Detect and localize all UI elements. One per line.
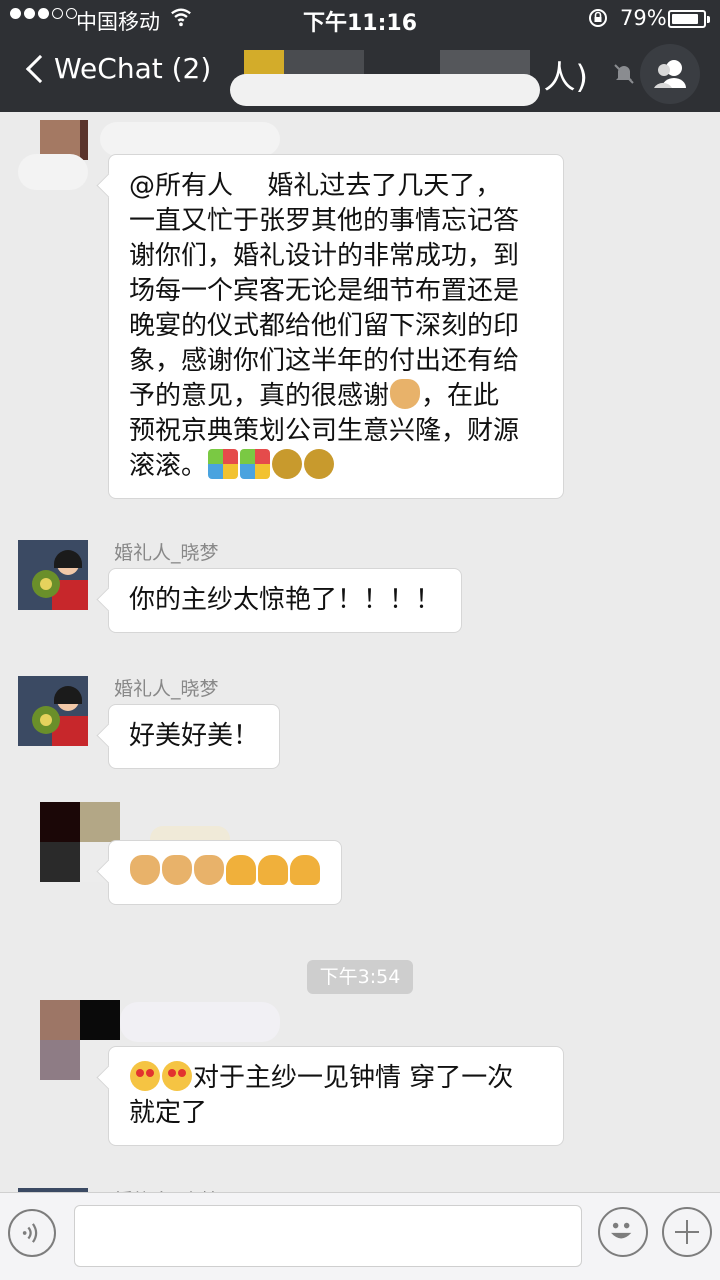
message-text: ，在此 — [421, 381, 500, 411]
clapping-hands-icon — [130, 855, 160, 885]
message-text: 对于主纱一见钟情 穿了一次 — [193, 1063, 514, 1093]
chat-area[interactable]: @所有人 婚礼过去了几天了， 一直又忙于张罗其他的事情忘记答 谢你们，婚礼设计的… — [0, 112, 720, 1194]
praying-hands-icon — [226, 855, 256, 885]
money-bag-icon — [304, 449, 335, 479]
message-line: 一直又忙于张罗其他的事情忘记答 — [129, 206, 520, 236]
rotation-lock-icon — [589, 9, 607, 27]
redaction-block — [100, 122, 280, 156]
message-bubble[interactable]: 对于主纱一见钟情 穿了一次 就定了 — [108, 1046, 564, 1146]
message-line: 予的意见，真的很感谢 ，在此 — [129, 379, 543, 414]
chat-title: 人) — [210, 46, 590, 106]
sender-name: 婚礼人_晓梦 — [114, 678, 219, 700]
message-line: 象，感谢你们这半年的付出还有给 — [129, 346, 520, 376]
message-bubble[interactable] — [108, 840, 342, 905]
more-button[interactable] — [662, 1207, 712, 1257]
heart-eyes-icon — [130, 1061, 160, 1091]
emoji-icon — [611, 1222, 632, 1239]
top-bar: 中国移动 下午11:16 79% WeChat (2) 人) — [0, 0, 720, 112]
heart-eyes-icon — [162, 1061, 192, 1091]
praying-hands-icon — [290, 855, 320, 885]
message-line: 谢你们，婚礼设计的非常成功，到 — [129, 241, 520, 271]
group-info-button[interactable] — [640, 44, 700, 104]
message-line: 场每一个宾客无论是细节布置还是 — [129, 276, 520, 306]
praying-hands-icon — [258, 855, 288, 885]
money-bag-icon — [272, 449, 303, 479]
party-popper-icon — [208, 449, 239, 479]
clapping-hands-icon — [390, 379, 421, 409]
chevron-left-icon — [25, 54, 55, 83]
back-button[interactable]: WeChat (2) — [24, 52, 211, 85]
message-input[interactable] — [74, 1205, 582, 1267]
message-bubble[interactable]: 好美好美！ — [108, 704, 281, 769]
avatar[interactable] — [18, 676, 88, 746]
chat-title-text: 人) — [543, 58, 589, 96]
voice-icon — [22, 1223, 38, 1243]
message-text: 滚滚。 — [129, 451, 208, 481]
emoji-button[interactable] — [598, 1207, 648, 1257]
clapping-hands-icon — [194, 855, 224, 885]
group-icon — [654, 60, 686, 88]
battery-percent: 79% — [620, 6, 667, 30]
sender-name: 婚礼人_晓梦 — [114, 542, 219, 564]
message-bubble[interactable]: 你的主纱太惊艳了！！！！ — [108, 568, 463, 633]
message-line: 就定了 — [129, 1098, 208, 1128]
message-text: 予的意见，真的很感谢 — [129, 381, 390, 411]
message-text: 你的主纱太惊艳了！！！！ — [129, 585, 442, 615]
status-bar: 中国移动 下午11:16 79% — [0, 0, 720, 38]
avatar-photo — [18, 540, 88, 610]
redaction-block — [230, 74, 540, 106]
avatar[interactable] — [18, 540, 88, 610]
message-line: 预祝京典策划公司生意兴隆，财源 — [129, 416, 520, 446]
battery-icon — [668, 10, 710, 28]
avatar[interactable] — [18, 120, 88, 190]
message-line: 对于主纱一见钟情 穿了一次 — [129, 1061, 543, 1096]
message-text: 好美好美！ — [129, 721, 260, 751]
message-bubble[interactable]: @所有人 婚礼过去了几天了， 一直又忙于张罗其他的事情忘记答 谢你们，婚礼设计的… — [108, 154, 564, 499]
clapping-hands-icon — [162, 855, 192, 885]
celebration-icon — [240, 449, 271, 479]
voice-button[interactable] — [8, 1209, 56, 1257]
clock: 下午11:16 — [302, 11, 418, 36]
avatar-photo — [18, 676, 88, 746]
message-line: 晚宴的仪式都给他们留下深刻的印 — [129, 311, 520, 341]
redaction-block — [120, 1002, 280, 1042]
mute-icon — [614, 64, 634, 84]
input-bar — [0, 1192, 720, 1280]
timestamp: 下午3:54 — [307, 960, 413, 994]
back-label: WeChat (2) — [54, 52, 212, 85]
message-line: 滚滚。 — [129, 449, 543, 484]
message-line: @所有人 婚礼过去了几天了， — [129, 171, 502, 201]
